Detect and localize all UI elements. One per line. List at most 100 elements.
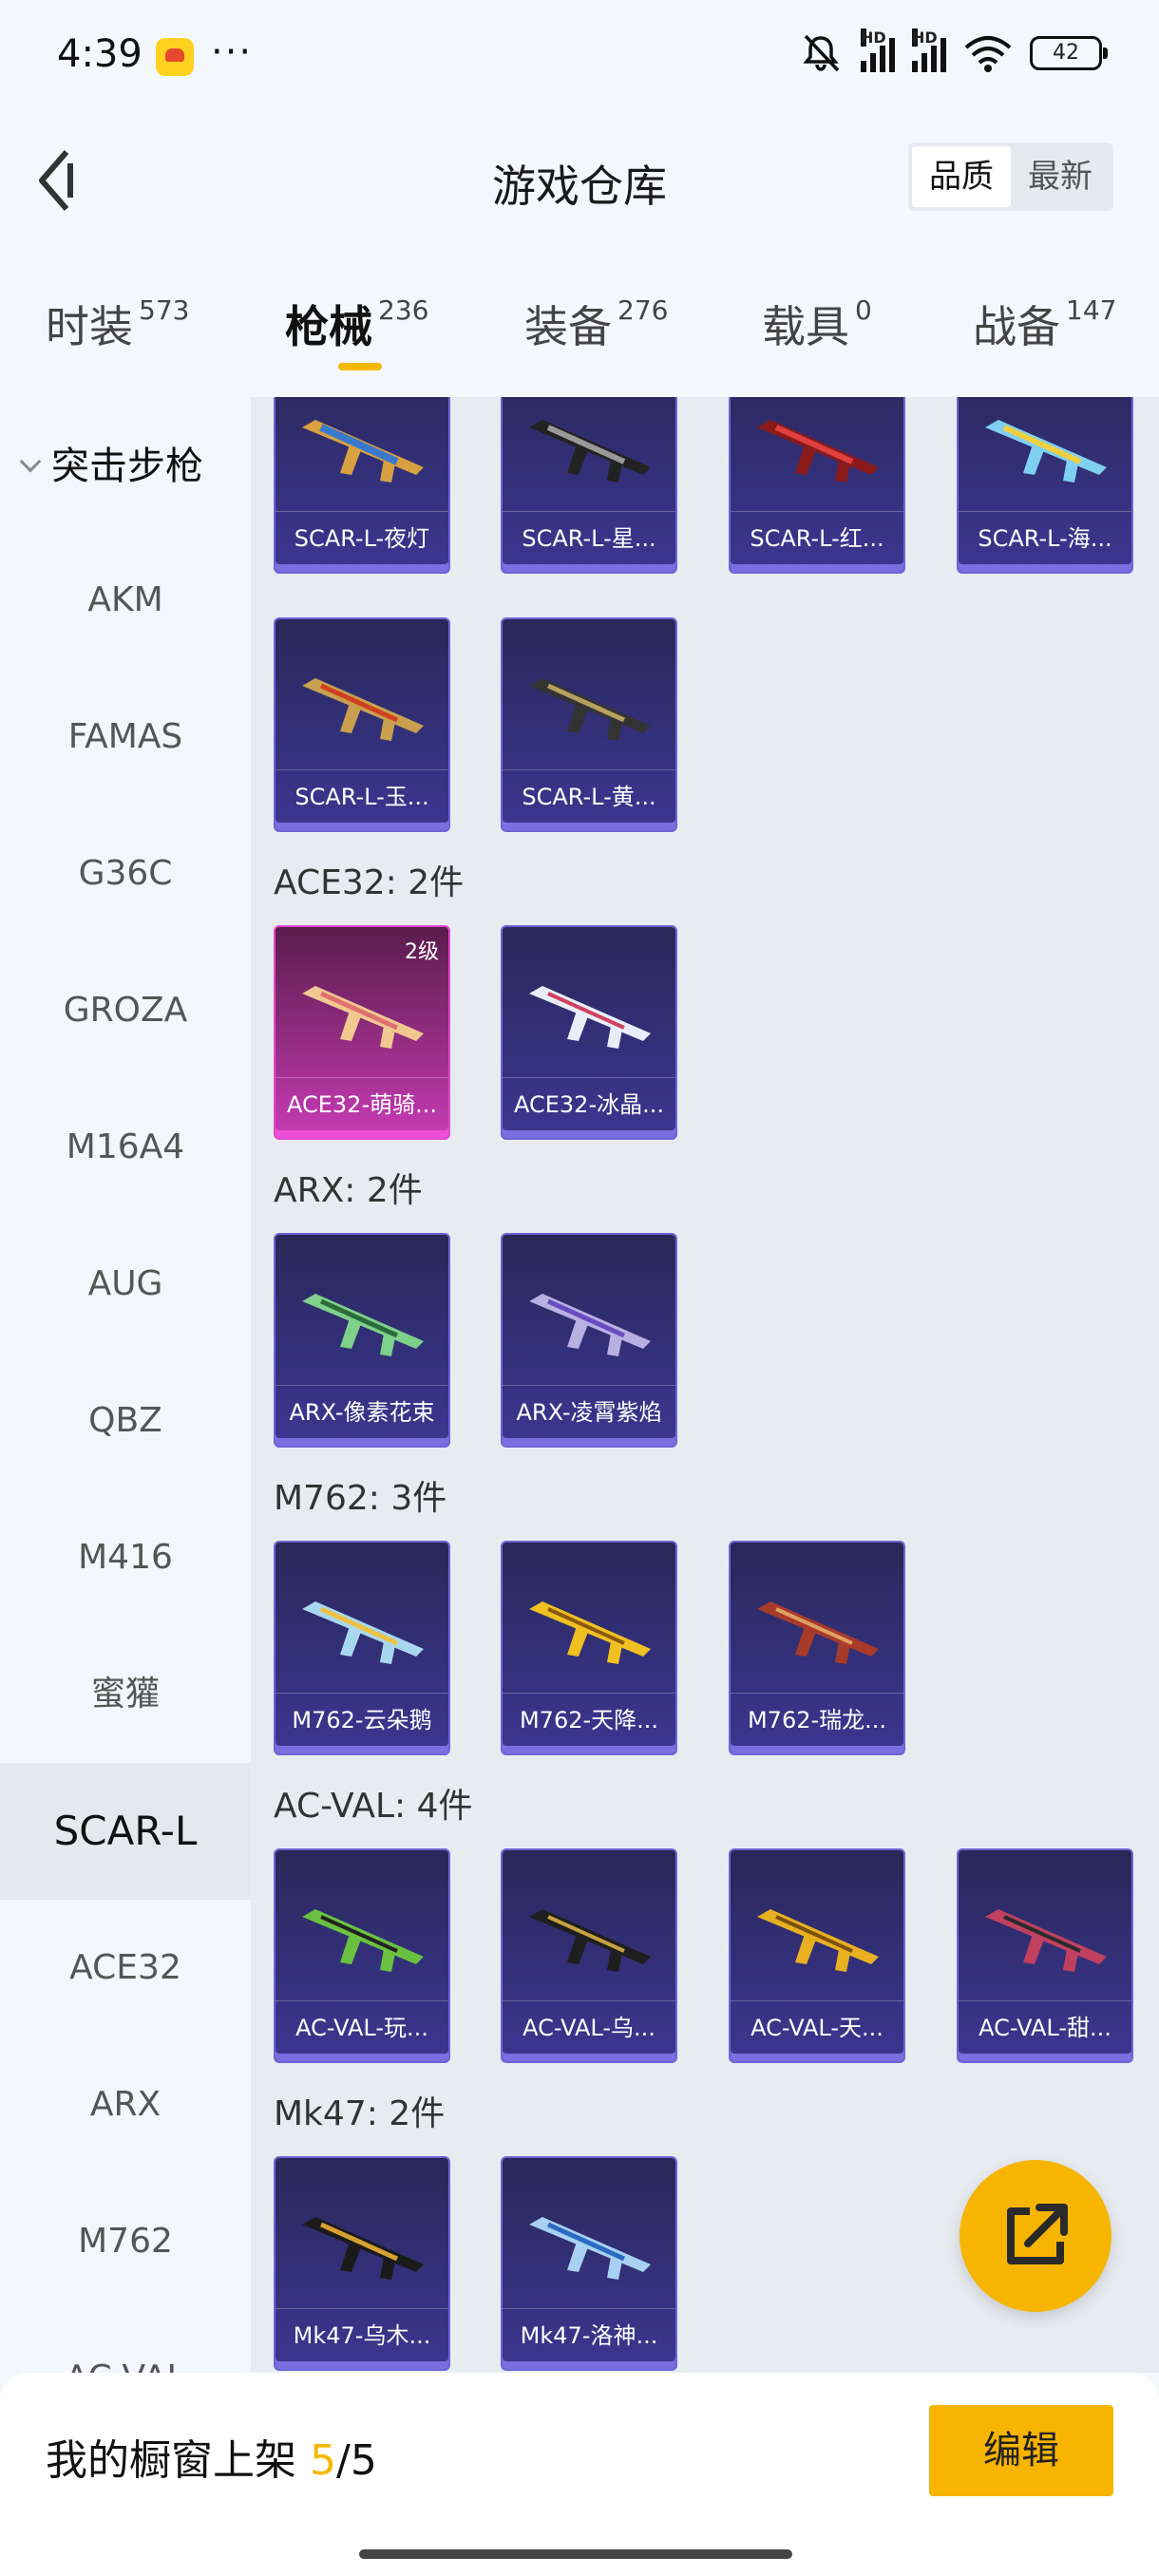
weapon-card[interactable]: AC-VAL-甜... <box>957 1848 1133 2063</box>
tab-label: 战备 <box>973 301 1060 352</box>
sidebar-item-m762[interactable]: M762 <box>0 2173 251 2310</box>
sidebar-item-akm[interactable]: AKM <box>0 532 251 669</box>
showcase-separator: / <box>336 2436 351 2485</box>
sidebar-item-ace32[interactable]: ACE32 <box>0 1900 251 2036</box>
tab-count: 147 <box>1066 294 1117 326</box>
rifle-icon <box>529 2217 651 2280</box>
rifle-icon <box>302 1909 424 1972</box>
sidebar-item-arx[interactable]: ARX <box>0 2036 251 2173</box>
tab-guns[interactable]: 枪械 236 <box>285 293 428 355</box>
weapon-card[interactable]: SCAR-L-玉... <box>274 617 450 832</box>
rifle-icon <box>302 1601 424 1664</box>
weapon-card[interactable]: M762-瑞龙... <box>729 1541 905 1755</box>
weapon-card[interactable]: Mk47-乌木... <box>274 2156 450 2371</box>
weapon-card[interactable]: SCAR-L-红... <box>729 397 905 574</box>
weapon-card[interactable]: Mk47-洛神... <box>501 2156 677 2371</box>
sidebar-item-g36c[interactable]: G36C <box>0 805 251 942</box>
active-tab-indicator <box>338 363 382 370</box>
section-label-mk47: Mk47: 2件 <box>274 2094 446 2133</box>
weapon-name: AC-VAL-甜... <box>959 2000 1131 2054</box>
rifle-icon <box>757 1909 879 1972</box>
rifle-icon <box>529 986 651 1049</box>
signal-2-icon: HD <box>912 28 946 72</box>
sidebar-item-groza[interactable]: GROZA <box>0 942 251 1079</box>
sort-toggle: 品质 最新 <box>908 142 1113 211</box>
tab-label: 枪械 <box>285 301 372 352</box>
rifle-icon <box>985 420 1107 483</box>
weapon-name: Mk47-洛神... <box>503 2308 675 2361</box>
weapon-name: ARX-像素花束 <box>276 1385 448 1438</box>
tab-supplies[interactable]: 战备 147 <box>973 293 1116 355</box>
weapon-name: AC-VAL-天... <box>731 2000 903 2054</box>
sidebar-item-qbz[interactable]: QBZ <box>0 1353 251 1489</box>
weapon-name: AC-VAL-玩... <box>276 2000 448 2054</box>
sidebar-item-ac-val[interactable]: AC-VAL <box>0 2310 251 2373</box>
weapon-card[interactable]: M762-天降... <box>501 1541 677 1755</box>
weapon-card[interactable]: ACE32-冰晶... <box>501 925 677 1140</box>
weapon-name: SCAR-L-玉... <box>276 769 448 823</box>
tab-count: 0 <box>855 294 872 326</box>
signal-1-hd: HD <box>861 28 886 47</box>
edit-button[interactable]: 编辑 <box>929 2405 1113 2496</box>
rifle-icon <box>529 678 651 741</box>
rifle-icon <box>302 420 424 483</box>
weapon-name: M762-瑞龙... <box>731 1693 903 1746</box>
tab-label: 时装 <box>46 301 133 352</box>
rifle-icon <box>529 1909 651 1972</box>
share-icon <box>1007 2204 1068 2264</box>
share-button[interactable] <box>960 2160 1112 2312</box>
weapon-name: ARX-凌霄紫焰 <box>503 1385 675 1438</box>
more-notifications-icon: ··· <box>211 30 254 74</box>
rifle-icon <box>302 678 424 741</box>
tab-fashion[interactable]: 时装 573 <box>46 293 189 355</box>
weapon-name: M762-云朵鹅 <box>276 1693 448 1746</box>
weapon-card[interactable]: ARX-凌霄紫焰 <box>501 1233 677 1448</box>
weapon-card[interactable]: SCAR-L-海... <box>957 397 1133 574</box>
level-badge: 2级 <box>405 940 439 964</box>
tab-count: 276 <box>618 294 669 326</box>
weapon-card[interactable]: AC-VAL-天... <box>729 1848 905 2063</box>
section-label-ace32: ACE32: 2件 <box>274 863 465 902</box>
sort-quality-option[interactable]: 品质 <box>912 146 1011 207</box>
weapon-card[interactable]: AC-VAL-乌... <box>501 1848 677 2063</box>
weapon-name: SCAR-L-黄... <box>503 769 675 823</box>
app-notification-icon <box>156 38 194 76</box>
sidebar-item-m16a4[interactable]: M16A4 <box>0 1079 251 1216</box>
sidebar-item-scar-l[interactable]: SCAR-L <box>0 1763 251 1900</box>
weapon-name: SCAR-L-星... <box>503 511 675 564</box>
sidebar-group-assault-rifles[interactable]: 突击步枪 <box>17 435 203 490</box>
weapon-name: AC-VAL-乌... <box>503 2000 675 2054</box>
rifle-icon <box>302 986 424 1049</box>
rifle-icon <box>529 420 651 483</box>
home-indicator[interactable] <box>359 2549 792 2559</box>
sidebar-item-honey-badger[interactable]: 蜜獾 <box>0 1626 251 1763</box>
sidebar-item-m416[interactable]: M416 <box>0 1489 251 1626</box>
weapon-card[interactable]: SCAR-L-夜灯 <box>274 397 450 574</box>
weapon-card[interactable]: AC-VAL-玩... <box>274 1848 450 2063</box>
rifle-icon <box>529 1294 651 1356</box>
weapon-card[interactable]: 2级 ACE32-萌骑... <box>274 925 450 1140</box>
tab-vehicles[interactable]: 载具 0 <box>762 293 872 355</box>
weapon-card[interactable]: SCAR-L-黄... <box>501 617 677 832</box>
category-tabs: 时装 573 枪械 236 装备 276 载具 0 战备 147 <box>0 266 1159 380</box>
tab-count: 236 <box>378 294 429 326</box>
sidebar-item-aug[interactable]: AUG <box>0 1216 251 1353</box>
weapon-card[interactable]: M762-云朵鹅 <box>274 1541 450 1755</box>
weapon-card[interactable]: ARX-像素花束 <box>274 1233 450 1448</box>
tab-equipment[interactable]: 装备 276 <box>524 293 668 355</box>
rifle-icon <box>757 1601 879 1664</box>
weapon-name: SCAR-L-海... <box>959 511 1131 564</box>
sidebar-item-famas[interactable]: FAMAS <box>0 669 251 805</box>
tab-label: 载具 <box>762 301 849 352</box>
weapon-card[interactable]: SCAR-L-星... <box>501 397 677 574</box>
sort-newest-option[interactable]: 最新 <box>1011 146 1110 207</box>
weapon-type-sidebar: 突击步枪 AKM FAMAS G36C GROZA M16A4 AUG QBZ … <box>0 397 251 2373</box>
weapon-name: ACE32-萌骑... <box>276 1077 448 1130</box>
weapon-name: SCAR-L-红... <box>731 511 903 564</box>
showcase-status: 我的橱窗上架 5/5 <box>46 2426 377 2487</box>
signal-1-icon: HD <box>861 28 895 72</box>
weapon-name: ACE32-冰晶... <box>503 1077 675 1130</box>
showcase-label: 我的橱窗上架 <box>46 2436 296 2485</box>
signal-2-hd: HD <box>912 28 938 47</box>
rifle-icon <box>302 1294 424 1356</box>
